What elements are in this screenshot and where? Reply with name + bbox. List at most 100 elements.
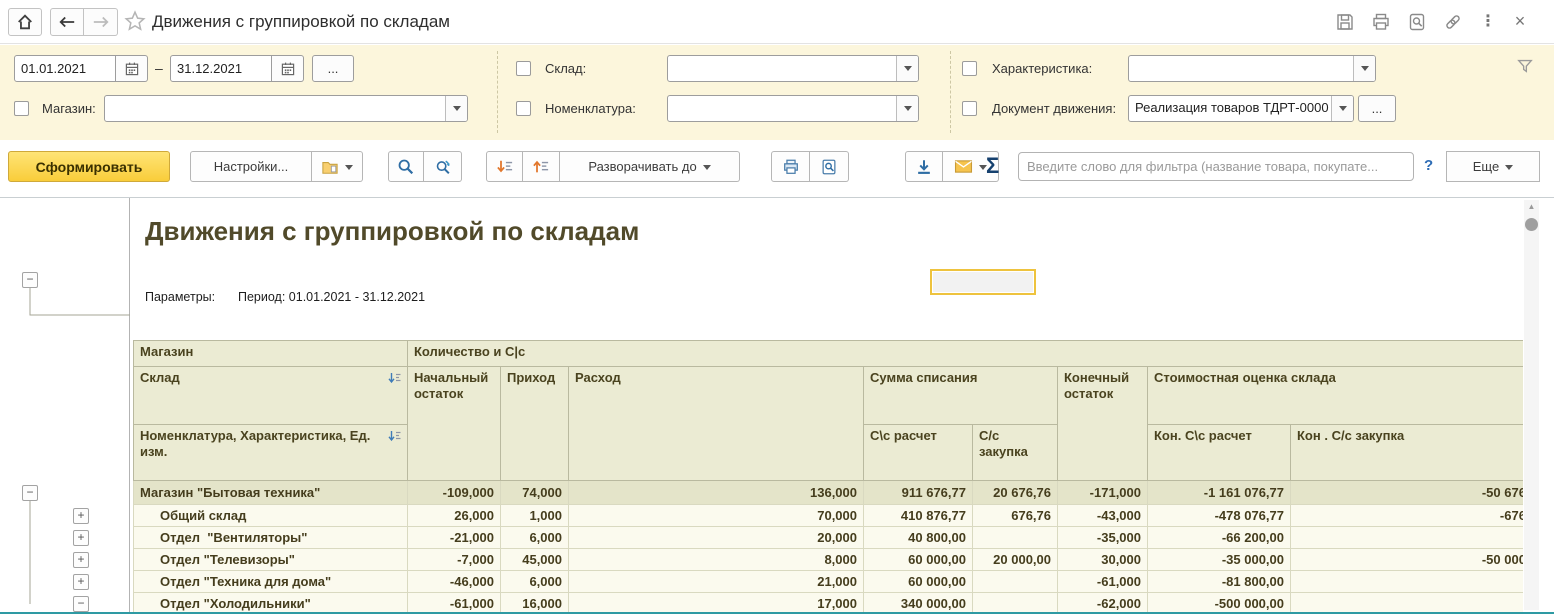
row-value: 911 676,77 [864,481,973,505]
collapse-expander-icon[interactable]: − [22,272,38,288]
row-value: -171,000 [1058,481,1148,505]
document-combo[interactable]: Реализация товаров ТДРТ-0000 [1128,95,1354,122]
expand-expander-icon[interactable]: + [73,552,89,568]
store-label: Магазин: [42,101,96,116]
document-label: Документ движения: [992,101,1116,116]
table-row[interactable]: Отдел "Техника для дома"-46,0006,00021,0… [134,571,1524,593]
search-icon [397,158,415,176]
more-button[interactable]: Еще [1446,151,1540,182]
search-button[interactable] [388,151,424,182]
link-icon[interactable] [1443,12,1463,32]
table-row[interactable]: Общий склад26,0001,00070,000410 876,7767… [134,505,1524,527]
print-button[interactable] [771,151,810,182]
close-icon[interactable]: × [1510,12,1530,32]
expand-groups-button[interactable] [486,151,523,182]
preview-icon[interactable] [1407,12,1427,32]
totals-sigma-button[interactable]: Σ [986,153,999,179]
document-checkbox[interactable] [962,101,977,116]
report-variants-button[interactable] [312,151,363,182]
chevron-down-icon [703,165,711,174]
store-checkbox[interactable] [14,101,29,116]
chevron-down-icon[interactable] [445,96,467,121]
quick-filter-input[interactable] [1018,152,1414,181]
search-next-button[interactable] [424,151,462,182]
row-name: Магазин "Бытовая техника" [134,481,408,505]
row-value: -676,76 [1291,505,1524,527]
help-button[interactable]: ? [1424,157,1433,174]
document-more-button[interactable]: ... [1358,95,1396,122]
table-row[interactable]: Отдел "Холодильники"-61,00016,00017,0003… [134,593,1524,614]
filter-funnel-icon[interactable] [1516,57,1534,75]
chevron-down-icon[interactable] [896,56,918,81]
save-export-button[interactable] [905,151,943,182]
table-row[interactable]: Отдел "Вентиляторы"-21,0006,00020,00040 … [134,527,1524,549]
chevron-down-icon [1505,165,1513,174]
row-value: 6,000 [501,527,569,549]
vertical-scrollbar[interactable]: ▲ [1524,200,1539,610]
row-value: -500 000,00 [1148,593,1291,614]
warehouse-checkbox[interactable] [516,61,531,76]
period-more-button[interactable]: ... [312,55,354,82]
date-from-input[interactable] [14,55,116,82]
calendar-button[interactable] [272,55,304,82]
chevron-down-icon[interactable] [1353,56,1375,81]
characteristic-label: Характеристика: [992,61,1092,76]
row-value: -21,000 [408,527,501,549]
collapse-expander-icon[interactable]: − [22,485,38,501]
folder-report-icon [321,159,339,175]
nomenclature-checkbox[interactable] [516,101,531,116]
print-icon[interactable] [1371,12,1391,32]
generate-button[interactable]: Сформировать [8,151,170,182]
expand-expander-icon[interactable]: + [73,574,89,590]
report-toolbar: Сформировать Настройки... [0,140,1554,197]
save-icon[interactable] [1335,12,1355,32]
row-value [973,571,1058,593]
forward-button[interactable] [84,8,118,36]
col-header-nomenclature[interactable]: Номенклатура, Характеристика, Ед. изм. [134,425,408,481]
characteristic-combo[interactable] [1128,55,1376,82]
store-combo[interactable] [104,95,468,122]
col-header-warehouse[interactable]: Склад [134,367,408,425]
chevron-down-icon[interactable] [1331,96,1353,121]
envelope-icon [954,159,973,174]
favorite-star-icon[interactable] [124,10,146,32]
col-header-warehouse-label: Склад [140,370,180,385]
expand-expander-icon[interactable]: + [73,530,89,546]
collapse-expander-icon[interactable]: − [73,596,89,612]
settings-button[interactable]: Настройки... [190,151,312,182]
expand-to-button[interactable]: Разворачивать до [560,151,740,182]
row-value: 6,000 [501,571,569,593]
col-header-stock-valuation: Стоимостная оценка склада [1148,367,1524,425]
col-header-cost-purchase: С/с закупка [973,425,1058,481]
print-preview-button[interactable] [810,151,849,182]
characteristic-checkbox[interactable] [962,61,977,76]
row-value: 45,000 [501,549,569,571]
params-value: Период: 01.01.2021 - 31.12.2021 [238,290,425,304]
menu-kebab-icon[interactable]: ⋮ [1478,12,1498,32]
nomenclature-combo[interactable] [667,95,919,122]
row-value: 20,000 [569,527,864,549]
report-table-body: Магазин "Бытовая техника"-109,00074,0001… [134,481,1524,614]
collapse-groups-button[interactable] [523,151,560,182]
col-header-store: Магазин [134,341,408,367]
home-icon [16,13,34,31]
scrollbar-thumb[interactable] [1525,218,1538,231]
row-value [973,593,1058,614]
back-button[interactable] [50,8,84,36]
date-to-input[interactable] [170,55,272,82]
selected-cell[interactable] [930,269,1036,295]
sort-icon[interactable] [388,430,401,442]
calendar-button[interactable] [116,55,148,82]
sort-icon[interactable] [388,372,401,384]
more-label: Еще [1473,159,1499,174]
group-row[interactable]: Магазин "Бытовая техника"-109,00074,0001… [134,481,1524,505]
expand-expander-icon[interactable]: + [73,508,89,524]
printer-icon [782,158,800,176]
chevron-down-icon[interactable] [896,96,918,121]
table-row[interactable]: Отдел "Телевизоры"-7,00045,0008,00060 00… [134,549,1524,571]
collapse-up-icon [532,159,550,175]
home-button[interactable] [8,8,42,36]
row-value: 40 800,00 [864,527,973,549]
warehouse-combo[interactable] [667,55,919,82]
scroll-up-icon[interactable]: ▲ [1524,202,1539,211]
